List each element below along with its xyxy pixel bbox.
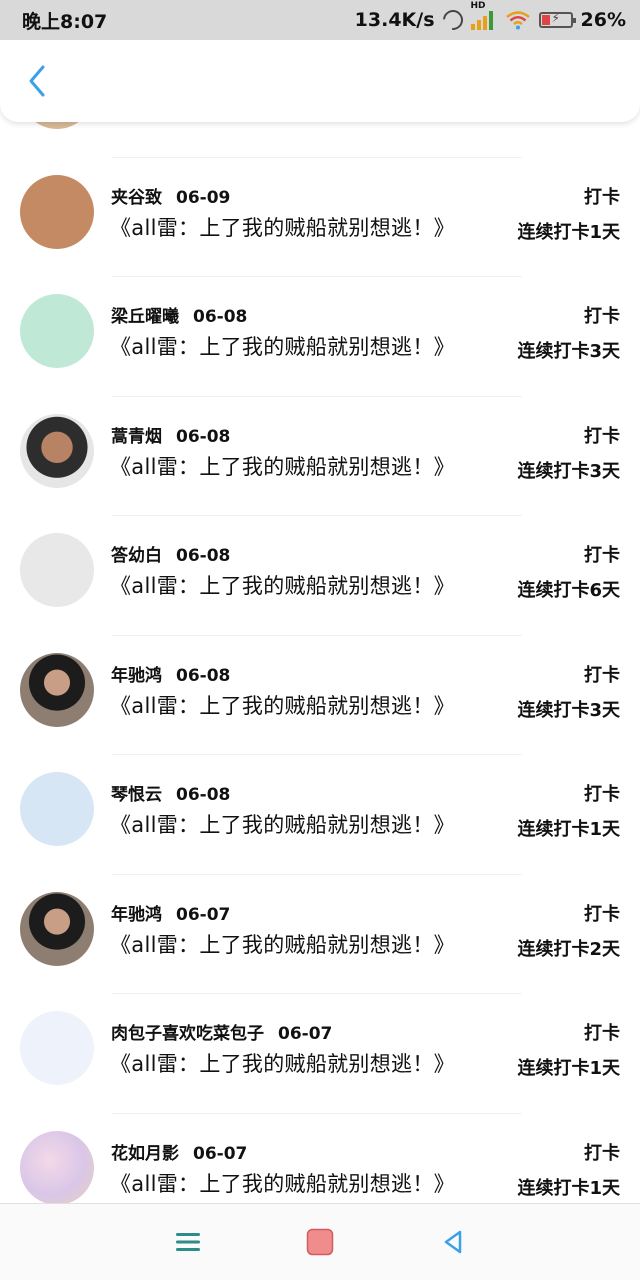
name-line: 梁丘曜曦 06-08 xyxy=(111,302,247,327)
checkin-row[interactable]: 年驰鸿 06-07 《all雷：上了我的贼船就别想逃！》 打卡连续打卡2天 xyxy=(0,875,640,994)
checkin-date: 06-08 xyxy=(176,546,231,566)
battery-percent: 26% xyxy=(580,9,626,31)
checkin-row[interactable]: 蒿青烟 06-08 《all雷：上了我的贼船就别想逃！》 打卡连续打卡3天 xyxy=(0,397,640,516)
name-line: 花如月影 06-07 xyxy=(111,1139,247,1164)
photo-avatar[interactable] xyxy=(20,652,94,727)
checkin-date: 06-08 xyxy=(176,785,231,805)
checkin-label: 打卡 xyxy=(584,186,620,208)
nav-header xyxy=(0,40,640,122)
streak-label: 连续打卡1天 xyxy=(517,221,620,243)
streak-label: 连续打卡1天 xyxy=(517,819,620,840)
book-title[interactable]: 《all雷：上了我的贼船就别想逃！》 xyxy=(110,331,455,361)
qzone-star-avatar[interactable] xyxy=(20,772,94,846)
name-line: 夹谷致 06-09 xyxy=(111,183,230,208)
moon-icon xyxy=(438,5,467,35)
book-title[interactable]: 《all雷：上了我的贼船就别想逃！》 xyxy=(110,570,455,600)
book-title[interactable]: 《all雷：上了我的贼船就别想逃！》 xyxy=(110,929,455,959)
streak-label: 连续打卡2天 xyxy=(517,938,620,960)
battery-icon: ⚡ xyxy=(538,11,576,28)
name-line: 年驰鸿 06-08 xyxy=(111,661,230,686)
user-name[interactable]: 年驰鸿 xyxy=(111,666,162,686)
triangle-back-icon xyxy=(444,1230,462,1254)
chevron-left-icon xyxy=(29,65,45,97)
wifi-icon xyxy=(505,10,531,30)
user-name[interactable]: 年驰鸿 xyxy=(111,905,162,925)
anime-girl-avatar[interactable] xyxy=(20,294,94,368)
checkin-date: 06-09 xyxy=(176,187,231,208)
checkin-label: 打卡 xyxy=(584,664,620,686)
book-title[interactable]: 《all雷：上了我的贼船就别想逃！》 xyxy=(110,1168,455,1198)
name-line: 蒿青烟 06-08 xyxy=(111,422,230,447)
book-title[interactable]: 《all雷：上了我的贼船就别想逃！》 xyxy=(110,809,455,839)
checkin-label: 打卡 xyxy=(584,306,620,327)
status-icons: 13.4K/s HD ⚡ 26% xyxy=(354,2,626,35)
checkin-label: 打卡 xyxy=(584,1142,620,1164)
system-nav-bar xyxy=(0,1203,640,1280)
home-button[interactable] xyxy=(304,1226,336,1258)
signal-icon: HD xyxy=(470,2,497,30)
user-name[interactable]: 琴恨云 xyxy=(111,785,162,805)
checkin-row[interactable]: 琴恨云 06-08 《all雷：上了我的贼船就别想逃！》 打卡连续打卡1天 xyxy=(0,755,640,875)
default-avatar[interactable] xyxy=(20,533,94,607)
checkin-label: 打卡 xyxy=(584,784,620,805)
book-title[interactable]: 《all雷：上了我的贼船就别想逃！》 xyxy=(110,690,455,720)
checkin-date: 06-07 xyxy=(278,1024,333,1044)
checkin-date: 06-08 xyxy=(193,307,248,327)
name-line: 肉包子喜欢吃菜包子 06-07 xyxy=(111,1019,332,1044)
streak-label: 连续打卡3天 xyxy=(517,699,620,721)
checkin-date: 06-08 xyxy=(176,665,231,686)
checkin-row[interactable]: 答幼白 06-08 《all雷：上了我的贼船就别想逃！》 打卡连续打卡6天 xyxy=(0,516,640,636)
floral-avatar[interactable] xyxy=(20,1130,94,1205)
user-name[interactable]: 答幼白 xyxy=(111,546,162,566)
user-name[interactable]: 肉包子喜欢吃菜包子 xyxy=(111,1024,264,1044)
checkin-row[interactable]: 梁丘曜曦 06-08 《all雷：上了我的贼船就别想逃！》 打卡连续打卡3天 xyxy=(0,277,640,397)
network-speed: 13.4K/s xyxy=(354,9,435,31)
checkin-date: 06-07 xyxy=(176,904,231,925)
status-bar: 晚上8:07 13.4K/s HD ⚡ 26% xyxy=(0,0,640,40)
checkin-row[interactable]: 夹谷致 06-09 《all雷：上了我的贼船就别想逃！》 打卡连续打卡1天 xyxy=(0,158,640,277)
status-time: 晚上8:07 xyxy=(22,10,108,33)
user-name[interactable]: 蒿青烟 xyxy=(111,427,162,447)
streak-label: 连续打卡3天 xyxy=(517,341,620,362)
name-line: 琴恨云 06-08 xyxy=(111,780,230,805)
home-square-icon xyxy=(306,1228,334,1256)
name-line: 年驰鸿 06-07 xyxy=(111,900,230,925)
streak-label: 连续打卡1天 xyxy=(517,1058,620,1079)
anime-boy-avatar[interactable] xyxy=(20,174,94,249)
menu-icon xyxy=(176,1233,200,1251)
book-title[interactable]: 《all雷：上了我的贼船就别想逃！》 xyxy=(110,1048,455,1078)
checkin-date: 06-07 xyxy=(193,1143,248,1164)
menu-button[interactable] xyxy=(172,1226,204,1258)
screen: 晚上8:07 13.4K/s HD ⚡ 26% 夹谷致 06-09 《all雷：… xyxy=(0,0,640,1280)
checkin-label: 打卡 xyxy=(584,425,620,447)
book-title[interactable]: 《all雷：上了我的贼船就别想逃！》 xyxy=(110,451,455,481)
book-title[interactable]: 《all雷：上了我的贼船就别想逃！》 xyxy=(110,212,455,242)
user-name[interactable]: 花如月影 xyxy=(111,1144,179,1164)
back-button[interactable] xyxy=(22,61,52,101)
streak-label: 连续打卡1天 xyxy=(517,1177,620,1199)
checkin-label: 打卡 xyxy=(584,545,620,566)
system-back-button[interactable] xyxy=(437,1226,469,1258)
checkin-label: 打卡 xyxy=(584,1023,620,1044)
anime-girl-avatar[interactable] xyxy=(20,1011,94,1085)
photo-avatar[interactable] xyxy=(20,891,94,966)
photo-avatar[interactable] xyxy=(20,413,94,488)
user-name[interactable]: 梁丘曜曦 xyxy=(111,307,179,327)
checkin-row[interactable]: 肉包子喜欢吃菜包子 06-07 《all雷：上了我的贼船就别想逃！》 打卡连续打卡1天 xyxy=(0,994,640,1114)
streak-label: 连续打卡3天 xyxy=(517,460,620,482)
streak-label: 连续打卡6天 xyxy=(517,580,620,601)
checkin-date: 06-08 xyxy=(176,426,231,447)
checkin-label: 打卡 xyxy=(584,903,620,925)
checkin-row[interactable]: 年驰鸿 06-08 《all雷：上了我的贼船就别想逃！》 打卡连续打卡3天 xyxy=(0,636,640,755)
user-name[interactable]: 夹谷致 xyxy=(111,188,162,208)
name-line: 答幼白 06-08 xyxy=(111,541,230,566)
